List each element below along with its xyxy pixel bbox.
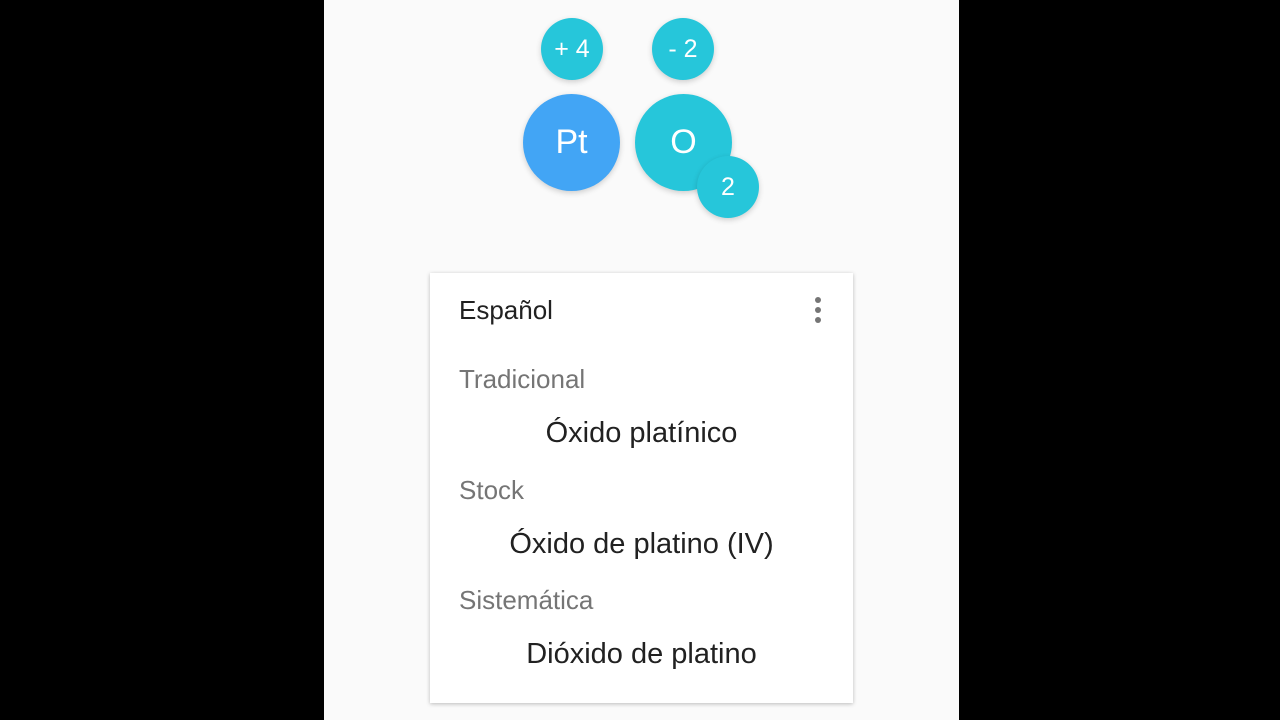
cation-charge-bubble[interactable]: + 4: [541, 18, 603, 80]
menu-dot: [815, 307, 821, 313]
traditional-label: Tradicional: [459, 364, 586, 394]
card-title: Español: [459, 295, 553, 325]
cation-element-bubble[interactable]: Pt: [523, 94, 620, 191]
anion-subscript-label: 2: [721, 172, 735, 201]
menu-dot: [815, 317, 821, 323]
stock-label: Stock: [459, 475, 525, 505]
systematic-name: Dióxido de platino: [526, 638, 757, 670]
traditional-name: Óxido platínico: [545, 417, 738, 449]
anion-subscript-bubble[interactable]: 2: [697, 156, 759, 218]
anion-charge-label: - 2: [668, 34, 698, 63]
app-screen: + 4 - 2 Pt O 2 Español Tradicional Óxido…: [324, 0, 959, 720]
anion-symbol: O: [670, 123, 697, 161]
cation-charge-label: + 4: [554, 34, 590, 63]
anion-charge-bubble[interactable]: - 2: [652, 18, 714, 80]
cation-symbol: Pt: [555, 123, 588, 161]
menu-dot: [815, 297, 821, 303]
more-vert-icon[interactable]: [805, 293, 831, 327]
nomenclature-card: Español Tradicional Óxido platínico Stoc…: [430, 273, 853, 703]
stock-name: Óxido de platino (IV): [509, 528, 774, 560]
systematic-label: Sistemática: [459, 585, 594, 615]
